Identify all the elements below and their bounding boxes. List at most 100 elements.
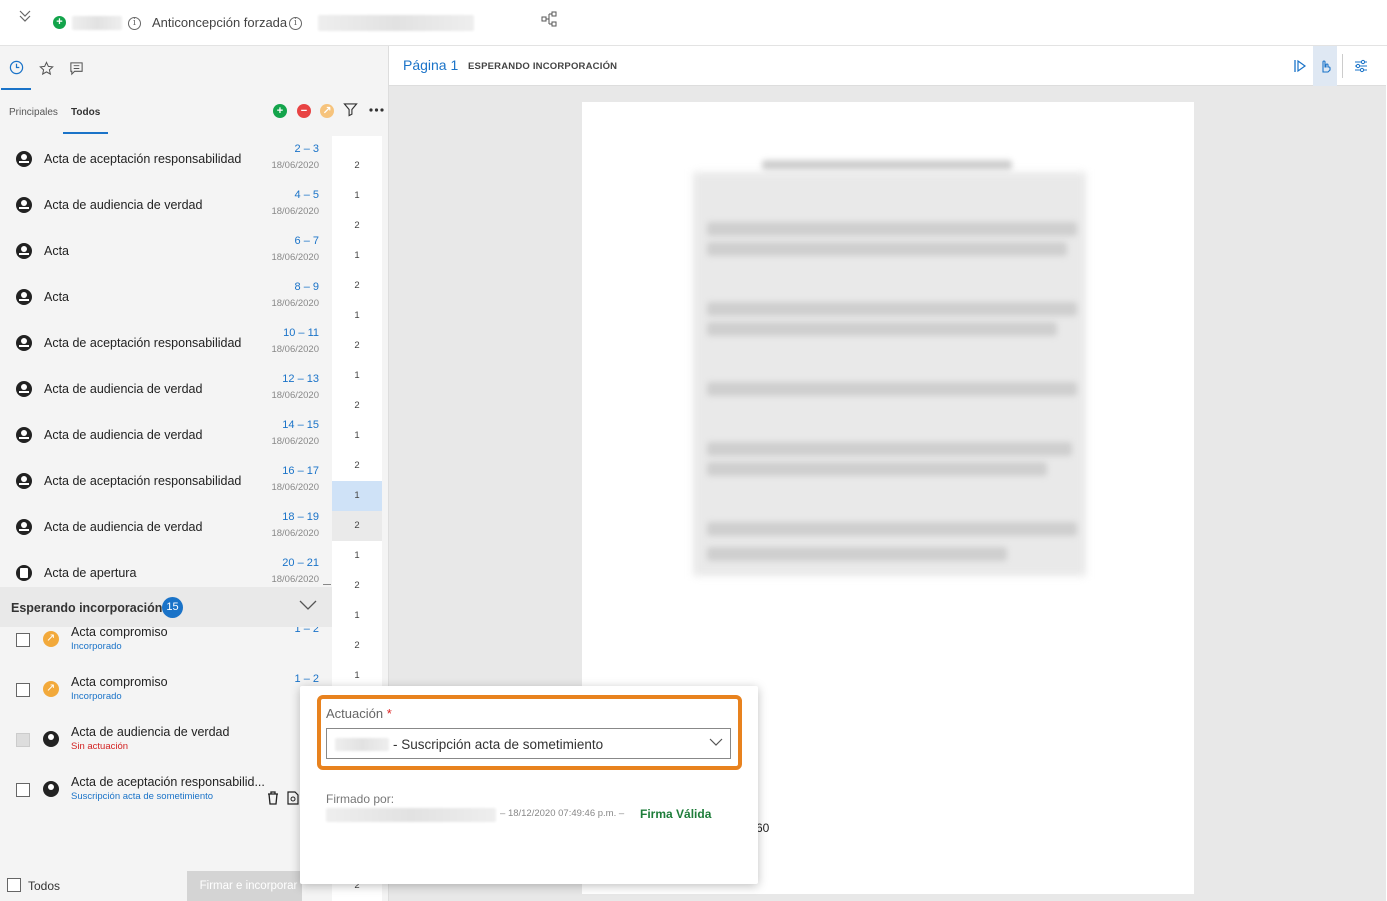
page-number[interactable]: 1 bbox=[332, 241, 382, 271]
document-name: Acta de audiencia de verdad bbox=[44, 198, 203, 212]
document-date: 18/06/2020 bbox=[271, 344, 319, 355]
item-checkbox[interactable] bbox=[16, 683, 30, 697]
page-range-link[interactable]: 16 – 17 bbox=[282, 465, 319, 477]
tree-structure-icon[interactable] bbox=[541, 11, 557, 27]
document-date: 18/06/2020 bbox=[271, 206, 319, 217]
splitter[interactable] bbox=[323, 584, 331, 585]
page-number[interactable]: 2 bbox=[332, 511, 382, 541]
subtab-todos[interactable]: Todos bbox=[63, 90, 108, 134]
page-number[interactable]: 1 bbox=[332, 421, 382, 451]
redacted-line bbox=[762, 160, 1012, 170]
chevron-down-icon[interactable] bbox=[299, 599, 317, 611]
toolbar-divider bbox=[1342, 54, 1343, 78]
page-icon bbox=[16, 565, 32, 581]
double-chevron-down-icon[interactable] bbox=[17, 8, 33, 24]
info-icon[interactable]: i bbox=[128, 17, 141, 30]
item-range[interactable]: 1 – 2 bbox=[295, 627, 319, 635]
document-row[interactable]: Acta de audiencia de verdad 18 – 19 18/0… bbox=[0, 504, 332, 550]
tab-comments[interactable] bbox=[61, 46, 91, 90]
waiting-section-header[interactable]: Esperando incorporación 15 bbox=[0, 587, 332, 627]
viewer-header: Página 1 ESPERANDO INCORPORACIÓN bbox=[389, 46, 1386, 86]
person-icon bbox=[16, 519, 32, 535]
page-number-selected[interactable]: 1 bbox=[332, 481, 382, 511]
page-range-link[interactable]: 4 – 5 bbox=[295, 189, 319, 201]
page-number[interactable]: 2 bbox=[332, 451, 382, 481]
item-status: Incorporado bbox=[71, 691, 122, 702]
hand-tool[interactable] bbox=[1313, 46, 1337, 86]
text-select-tool[interactable] bbox=[1288, 46, 1312, 86]
document-row[interactable]: Acta de aceptación responsabilidad 16 – … bbox=[0, 458, 332, 504]
document-date: 18/06/2020 bbox=[271, 436, 319, 447]
signed-by-label: Firmado por: bbox=[326, 792, 395, 806]
page-number[interactable]: 2 bbox=[332, 331, 382, 361]
more-options-icon[interactable] bbox=[369, 108, 384, 112]
page-number[interactable]: 2 bbox=[332, 271, 382, 301]
subtab-principales[interactable]: Principales bbox=[9, 90, 58, 134]
case-code-redacted bbox=[72, 16, 122, 30]
incorporated-icon bbox=[43, 681, 59, 697]
incorporate-button[interactable]: ↗ bbox=[320, 104, 334, 118]
waiting-count-badge: 15 bbox=[162, 597, 183, 618]
document-row[interactable]: Acta 6 – 7 18/06/2020 bbox=[0, 228, 332, 274]
redacted-line bbox=[707, 442, 1072, 456]
filter-icon[interactable] bbox=[343, 102, 358, 117]
document-row[interactable]: Acta de audiencia de verdad 12 – 13 18/0… bbox=[0, 366, 332, 412]
item-name: Acta de aceptación responsabilid... bbox=[71, 775, 265, 789]
page-range-link[interactable]: 6 – 7 bbox=[295, 235, 319, 247]
actuacion-select[interactable]: - Suscripción acta de sometimiento bbox=[326, 728, 731, 759]
info-icon[interactable]: i bbox=[289, 17, 302, 30]
document-row[interactable]: Acta de audiencia de verdad 14 – 15 18/0… bbox=[0, 412, 332, 458]
item-range[interactable]: 1 – 2 bbox=[295, 673, 319, 685]
waiting-item[interactable]: Acta compromiso Incorporado 1 – 2 bbox=[0, 627, 332, 667]
signature-timestamp-line: – 18/12/2020 07:49:46 p.m. – bbox=[500, 808, 625, 819]
page-number[interactable]: 1 bbox=[332, 301, 382, 331]
actuacion-popup: Actuación * - Suscripción acta de someti… bbox=[300, 686, 758, 884]
document-row[interactable]: Acta 8 – 9 18/06/2020 bbox=[0, 274, 332, 320]
page-number[interactable]: 2 bbox=[332, 151, 382, 181]
page-range-link[interactable]: 20 – 21 bbox=[282, 557, 319, 569]
signature-status: Firma Válida bbox=[640, 807, 712, 821]
document-name: Acta de audiencia de verdad bbox=[44, 382, 203, 396]
chevron-down-icon bbox=[709, 738, 723, 746]
add-document-button[interactable]: + bbox=[273, 104, 287, 118]
document-row[interactable]: Acta de aceptación responsabilidad 2 – 3… bbox=[0, 136, 332, 182]
tab-favorites[interactable] bbox=[31, 46, 61, 90]
tab-history[interactable] bbox=[1, 46, 31, 90]
person-icon bbox=[16, 427, 32, 443]
page-range-link[interactable]: 8 – 9 bbox=[295, 281, 319, 293]
waiting-list: Acta compromiso Incorporado 1 – 2 Acta c… bbox=[0, 627, 332, 827]
page-label: Página 1 bbox=[403, 57, 459, 73]
page-number[interactable]: 1 bbox=[332, 181, 382, 211]
required-mark: * bbox=[386, 706, 392, 721]
document-row[interactable]: Acta de aceptación responsabilidad 10 – … bbox=[0, 320, 332, 366]
sign-incorporate-button[interactable]: Firmar e incorporar bbox=[187, 871, 302, 901]
star-icon bbox=[38, 60, 54, 75]
document-date: 18/06/2020 bbox=[271, 298, 319, 309]
page-range-link[interactable]: 12 – 13 bbox=[282, 373, 319, 385]
page-number[interactable]: 2 bbox=[332, 631, 382, 661]
item-checkbox[interactable] bbox=[16, 783, 30, 797]
page-number[interactable]: 1 bbox=[332, 541, 382, 571]
preview-icon[interactable] bbox=[287, 791, 299, 805]
item-checkbox[interactable] bbox=[16, 633, 30, 647]
document-row[interactable]: Acta de audiencia de verdad 4 – 5 18/06/… bbox=[0, 182, 332, 228]
page-range-link[interactable]: 10 – 11 bbox=[283, 327, 319, 339]
document-date: 18/06/2020 bbox=[271, 390, 319, 401]
select-all-checkbox[interactable] bbox=[7, 878, 21, 892]
page-range-link[interactable]: 2 – 3 bbox=[295, 143, 319, 155]
waiting-item[interactable]: Acta de audiencia de verdad Sin actuació… bbox=[0, 717, 332, 767]
viewer-settings[interactable] bbox=[1349, 46, 1373, 86]
item-status: Sin actuación bbox=[71, 741, 129, 752]
page-number[interactable]: 2 bbox=[332, 391, 382, 421]
page-range-link[interactable]: 18 – 19 bbox=[282, 511, 319, 523]
page-range-link[interactable]: 14 – 15 bbox=[282, 419, 319, 431]
trash-icon[interactable] bbox=[267, 791, 279, 805]
waiting-item[interactable]: Acta compromiso Incorporado 1 – 2 bbox=[0, 667, 332, 717]
page-number[interactable]: 1 bbox=[332, 601, 382, 631]
document-name: Acta de apertura bbox=[44, 566, 137, 580]
remove-document-button[interactable]: − bbox=[297, 104, 311, 118]
page-number[interactable]: 2 bbox=[332, 211, 382, 241]
page-number[interactable]: 1 bbox=[332, 361, 382, 391]
page-number[interactable]: 2 bbox=[332, 571, 382, 601]
waiting-item[interactable]: Acta de aceptación responsabilid... Susc… bbox=[0, 767, 332, 817]
